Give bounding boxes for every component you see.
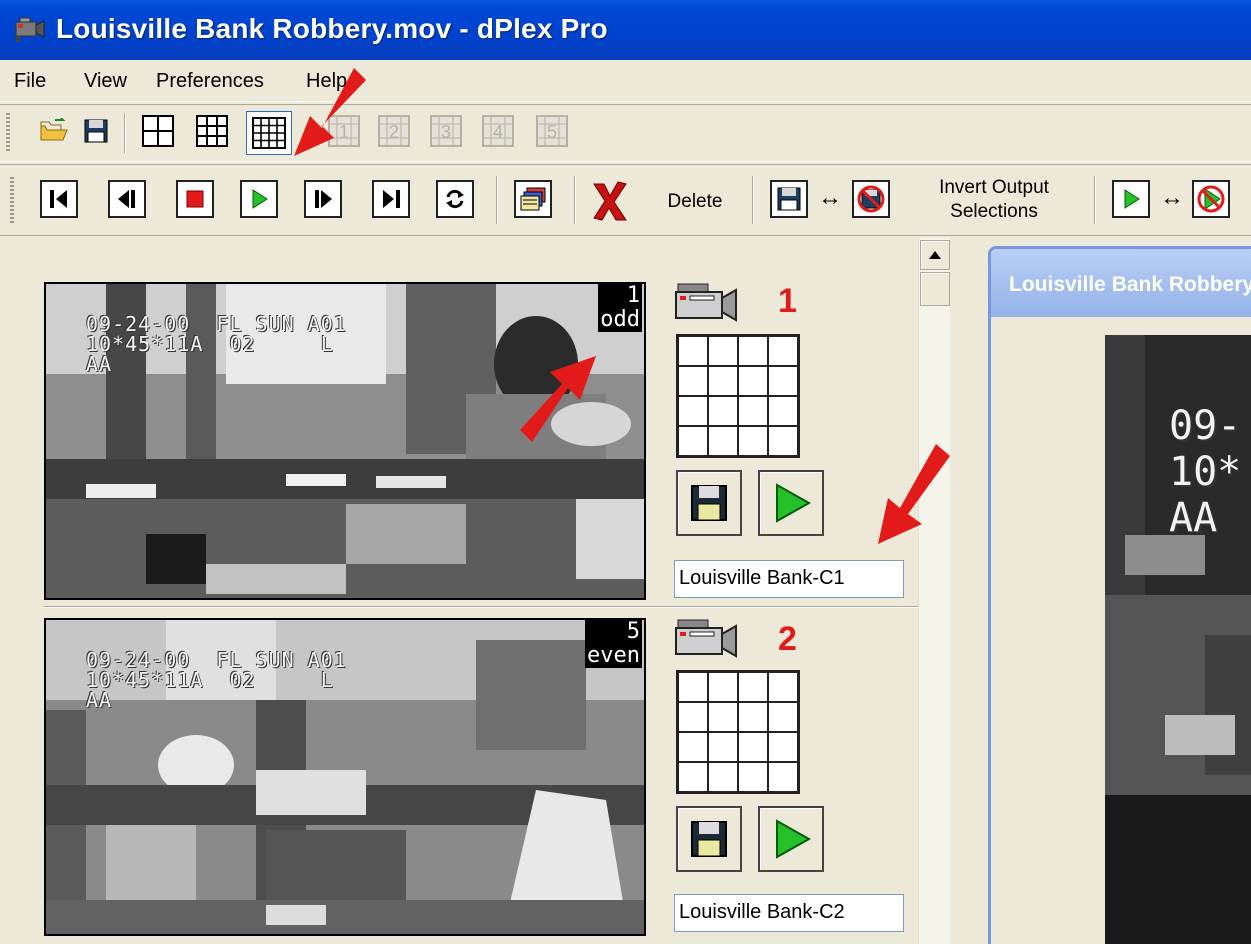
page-3-icon[interactable]: 3: [426, 111, 466, 151]
camera-1-save-button[interactable]: [676, 470, 742, 536]
svg-text:4: 4: [493, 122, 503, 142]
camera-1-number: 1: [778, 282, 797, 320]
menu-bar: File View Preferences Help: [0, 60, 1251, 102]
preview-osd-line1: 09-: [1169, 403, 1242, 449]
step-forward-icon[interactable]: [304, 180, 342, 218]
camera-2-frame-index: 5: [626, 619, 640, 644]
toolbar-separator: [1094, 176, 1096, 224]
page-5-icon[interactable]: 5: [532, 111, 572, 151]
camera-2-field: even: [587, 643, 640, 668]
camera-1-field: odd: [600, 307, 640, 332]
preview-window-title-bar[interactable]: Louisville Bank Robbery.mov: [991, 249, 1251, 317]
toolbar-separator: [496, 176, 498, 224]
layout-2x2-icon[interactable]: [138, 111, 178, 151]
skip-to-start-icon[interactable]: [40, 180, 78, 218]
skip-to-end-icon[interactable]: [372, 180, 410, 218]
camera-2-play-icon: [776, 819, 812, 859]
stop-icon[interactable]: [176, 180, 214, 218]
camera-1-play-button[interactable]: [758, 470, 824, 536]
menu-file[interactable]: File: [14, 70, 46, 93]
page-4-icon[interactable]: 4: [478, 111, 518, 151]
preview-osd-line2: 10*: [1169, 449, 1242, 495]
camera-1-osd-line3: AA: [86, 352, 113, 376]
invert-output-label[interactable]: Invert Output Selections: [904, 176, 1084, 224]
swap-arrow-icon: ↔: [1160, 184, 1184, 211]
camera-2-name-field[interactable]: Louisville Bank-C2: [674, 894, 904, 932]
camera-2-osd-line2: 10*45*11A 02 L: [86, 668, 334, 692]
svg-text:5: 5: [547, 122, 557, 142]
toolbar-grip[interactable]: [10, 177, 14, 223]
preview-video: 09- 10* AA: [1105, 335, 1251, 944]
toolbar-grip[interactable]: [6, 113, 10, 153]
play-output-icon[interactable]: [1112, 180, 1150, 218]
annotation-arrow-camera-name: [878, 444, 950, 544]
camera-1-field-label: 1 odd: [598, 284, 642, 332]
svg-text:2: 2: [389, 122, 399, 142]
menu-view[interactable]: View: [84, 70, 127, 93]
title-bar[interactable]: Louisville Bank Robbery.mov - dPlex Pro: [0, 0, 1251, 60]
row-divider: [44, 606, 918, 608]
camera-2-video-thumbnail[interactable]: 09-24-00 FL SUN A01 10*45*11A 02 L AA 5 …: [44, 618, 646, 936]
camera-1-save-icon: [691, 485, 727, 521]
camera-2-icon: [675, 619, 737, 658]
save-disk-icon[interactable]: [76, 111, 116, 151]
window-title: Louisville Bank Robbery.mov - dPlex Pro: [56, 13, 608, 44]
scroll-up-arrow-icon: [929, 251, 941, 259]
invert-output-label-line2: Selections: [950, 201, 1038, 222]
layout-toolbar: 1 2 3 4 5: [0, 104, 1251, 162]
camera-1-name-field[interactable]: Louisville Bank-C1: [674, 560, 904, 598]
invert-output-label-line1: Invert Output: [939, 177, 1049, 198]
camera-list-scrollbar[interactable]: [918, 238, 950, 944]
camera-1-play-icon: [776, 483, 812, 523]
camera-2-play-button[interactable]: [758, 806, 824, 872]
preview-osd-line3: AA: [1169, 495, 1218, 541]
menu-preferences[interactable]: Preferences: [156, 70, 264, 93]
camera-2-field-label: 5 even: [585, 620, 642, 668]
delete-label[interactable]: Delete: [652, 190, 738, 214]
annotation-arrow-toolbar: [294, 68, 366, 156]
camera-1-layout-grid[interactable]: [676, 334, 800, 458]
swap-arrow-icon: ↔: [818, 184, 842, 211]
delete-x-icon[interactable]: [586, 178, 634, 224]
export-frames-icon[interactable]: [514, 180, 552, 218]
camera-2-osd-line3: AA: [86, 688, 113, 712]
camera-2-osd: 09-24-00 FL SUN A01 10*45*11A 02 L AA: [86, 650, 347, 710]
toolbar-separator: [124, 113, 126, 153]
loop-icon[interactable]: [436, 180, 474, 218]
camera-2-number: 2: [778, 620, 797, 658]
scroll-thumb[interactable]: [920, 272, 950, 306]
preview-window[interactable]: Louisville Bank Robbery.mov 09- 10* AA: [988, 246, 1251, 944]
scroll-up-button[interactable]: [920, 240, 950, 270]
camera-1-frame-index: 1: [626, 283, 640, 308]
camera-1-osd: 09-24-00 FL SUN A01 10*45*11A 02 L AA: [86, 314, 347, 374]
annotation-arrow-field-label: [520, 356, 596, 442]
open-folder-icon[interactable]: [34, 111, 74, 151]
toolbar-separator: [574, 176, 576, 224]
camera-1-osd-line2: 10*45*11A 02 L: [86, 332, 334, 356]
camera-2-save-button[interactable]: [676, 806, 742, 872]
camera-2-layout-grid[interactable]: [676, 670, 800, 794]
play-icon[interactable]: [240, 180, 278, 218]
step-back-icon[interactable]: [108, 180, 146, 218]
svg-text:3: 3: [441, 122, 451, 142]
app-window: Louisville Bank Robbery.mov - dPlex Pro …: [0, 0, 1251, 944]
save-output-icon[interactable]: [770, 180, 808, 218]
no-play-output-icon[interactable]: [1192, 180, 1230, 218]
page-2-icon[interactable]: 2: [374, 111, 414, 151]
camera-1-icon: [675, 283, 737, 322]
video-camera-app-icon: [15, 17, 45, 42]
toolbar-separator: [752, 176, 754, 224]
layout-3x3-icon[interactable]: [192, 111, 232, 151]
no-save-output-icon[interactable]: [852, 180, 890, 218]
camera-2-save-icon: [691, 821, 727, 857]
preview-window-title: Louisville Bank Robbery.mov: [1009, 273, 1251, 296]
preview-osd: 09- 10* AA: [1169, 403, 1241, 541]
